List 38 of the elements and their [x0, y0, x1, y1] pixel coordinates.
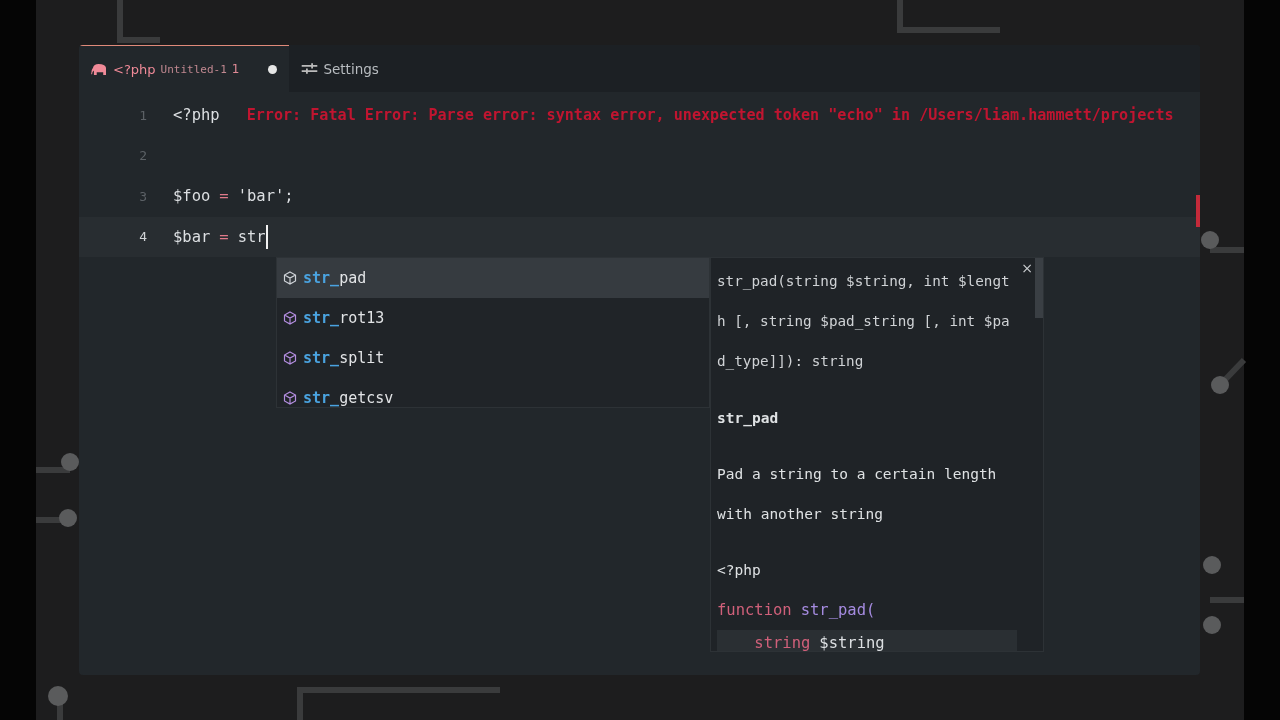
editor-tab[interactable]: <?php Untitled-1 1	[79, 45, 290, 92]
function-description: Pad a string to a certain length with another string	[717, 465, 998, 524]
suggestion-item[interactable]: str_getcsv	[277, 378, 709, 407]
code-token: <?php	[717, 561, 761, 580]
cube-icon	[283, 271, 297, 285]
suggestion-item[interactable]: str_rot13	[277, 298, 709, 338]
code-token: <?php	[173, 106, 220, 125]
code-token: string	[753, 633, 811, 651]
line-number: 4	[138, 229, 148, 245]
code-token: $bar	[173, 227, 211, 246]
cube-icon	[283, 351, 297, 365]
cube-icon	[283, 391, 297, 405]
code-token: =	[219, 187, 229, 206]
line-number: 2	[138, 148, 148, 164]
scrollbar-thumb[interactable]	[1035, 258, 1043, 318]
elephant-icon	[91, 62, 108, 76]
code-token: 'bar';	[237, 187, 294, 206]
cube-icon	[283, 311, 297, 325]
error-marker	[1196, 195, 1200, 227]
close-button[interactable]: ×	[1021, 260, 1033, 276]
code-token: str_pad(	[800, 600, 876, 621]
function-signature: str_pad(string $string, int $lengt h [, string $pad_string [, int $pa d_type]]): string	[717, 272, 1010, 372]
editor-tab[interactable]: Settings	[289, 45, 391, 92]
text-cursor	[265, 224, 268, 249]
code-token: $foo	[173, 187, 211, 206]
tab-detail: Untitled-1	[160, 62, 227, 76]
line-number: 3	[138, 188, 148, 204]
function-name: str_pad	[717, 409, 780, 429]
sliders-icon	[301, 62, 319, 75]
problem-count: 1	[231, 62, 240, 76]
code-token: function	[717, 600, 792, 621]
line-number: 1	[138, 107, 148, 123]
suggestion-item[interactable]: str_split	[277, 338, 709, 378]
code-token: str	[237, 227, 266, 246]
code-token: =	[219, 227, 229, 246]
inline-error: Error: Fatal Error: Parse error: syntax error, unexpected token "echo" in /Users/liam.hammett/projects	[246, 106, 1174, 125]
suggestion-item[interactable]: str_pad	[277, 258, 709, 298]
code-token: $string	[819, 633, 885, 651]
